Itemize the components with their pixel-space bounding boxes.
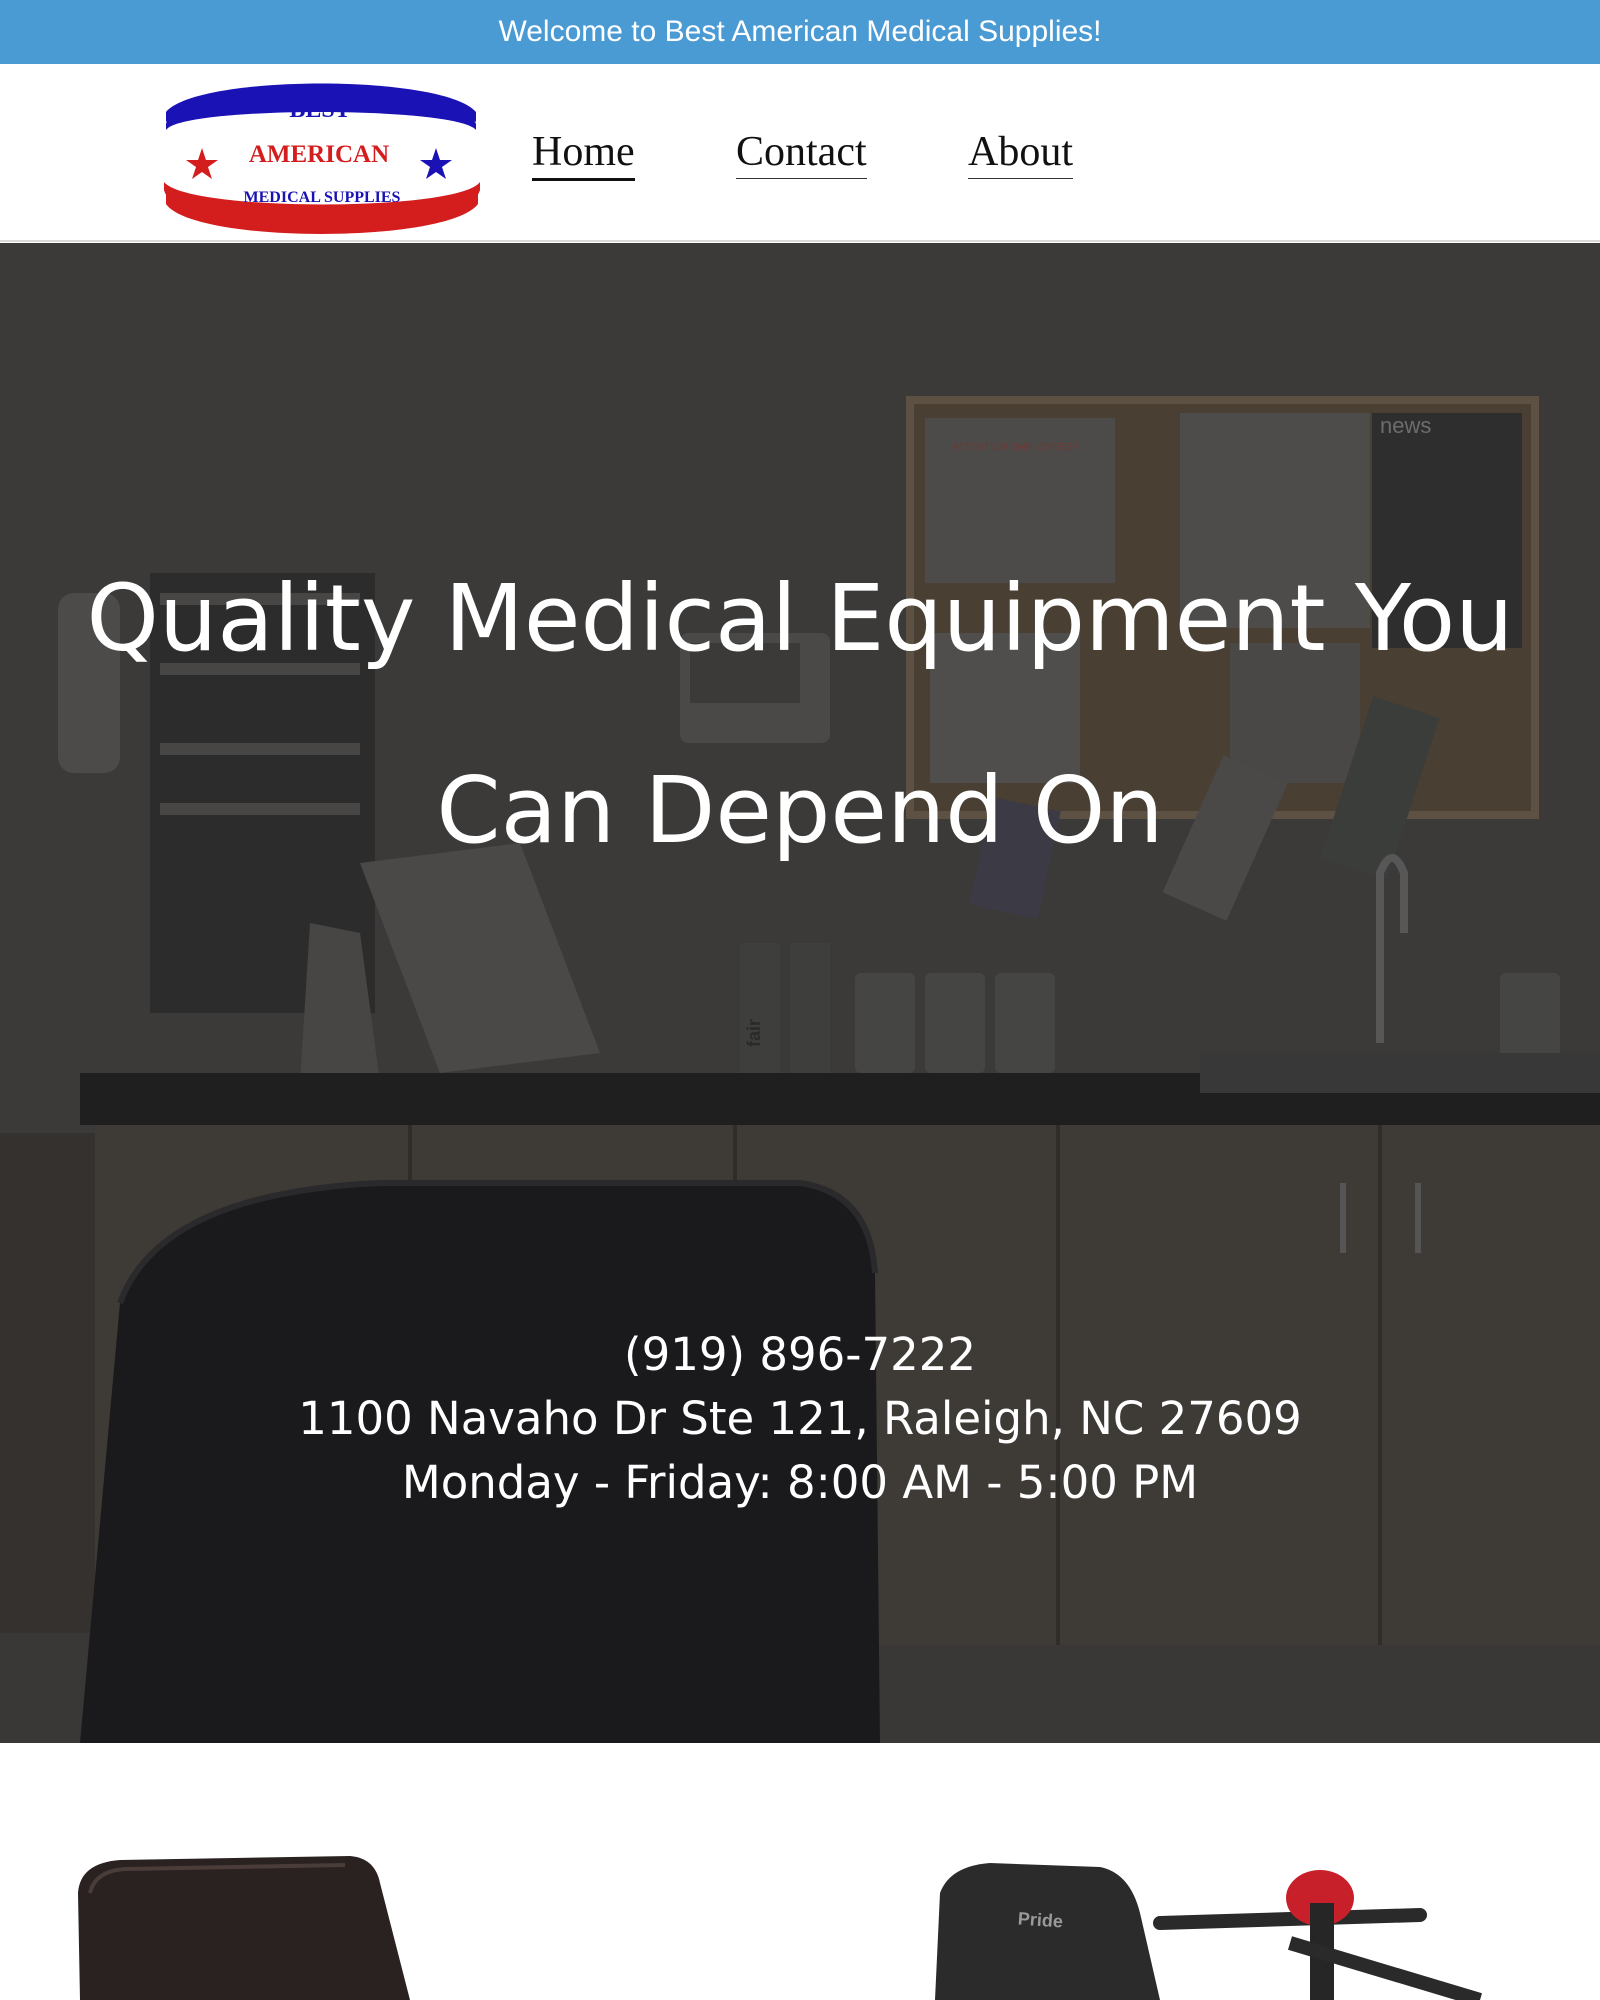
hero-title-line2: Can Depend On: [436, 757, 1164, 864]
products-section: Pride: [0, 1743, 1600, 2000]
lift-chair-image[interactable]: [78, 1856, 410, 2000]
bulletin-heading: ATTENTION EMPLOYEES!!: [952, 442, 1078, 453]
hero-title: Quality Medical Equipment You Can Depend…: [80, 523, 1520, 907]
scooter-brand: Pride: [1017, 1908, 1063, 1931]
nav-contact-link[interactable]: Contact: [736, 128, 867, 179]
announcement-bar: Welcome to Best American Medical Supplie…: [0, 0, 1600, 64]
business-hours: Monday - Friday: 8:00 AM - 5:00 PM: [401, 1456, 1199, 1509]
announcement-text: Welcome to Best American Medical Supplie…: [498, 15, 1102, 48]
mobility-scooter-image[interactable]: Pride: [935, 1863, 1483, 2000]
hero-title-line1: Quality Medical Equipment You: [86, 565, 1514, 672]
phone-number[interactable]: (919) 896-7222: [0, 1323, 1600, 1387]
hero-background-image: ATTENTION EMPLOYEES!! news fair: [0, 243, 1600, 1743]
news-label: news: [1380, 413, 1431, 438]
main-nav: Home Contact About: [0, 64, 1600, 242]
hero-section: ATTENTION EMPLOYEES!! news fair Quality …: [0, 243, 1600, 1743]
site-header: BEST AMERICAN MEDICAL SUPPLIES Home Cont…: [0, 64, 1600, 242]
bottle-label: fair: [744, 1019, 764, 1047]
contact-info: (919) 896-7222 1100 Navaho Dr Ste 121, R…: [0, 1323, 1600, 1515]
nav-about-link[interactable]: About: [968, 128, 1073, 179]
nav-home-link[interactable]: Home: [532, 128, 635, 181]
product-images: Pride: [78, 1856, 1483, 2000]
address: 1100 Navaho Dr Ste 121, Raleigh, NC 2760…: [298, 1392, 1302, 1445]
